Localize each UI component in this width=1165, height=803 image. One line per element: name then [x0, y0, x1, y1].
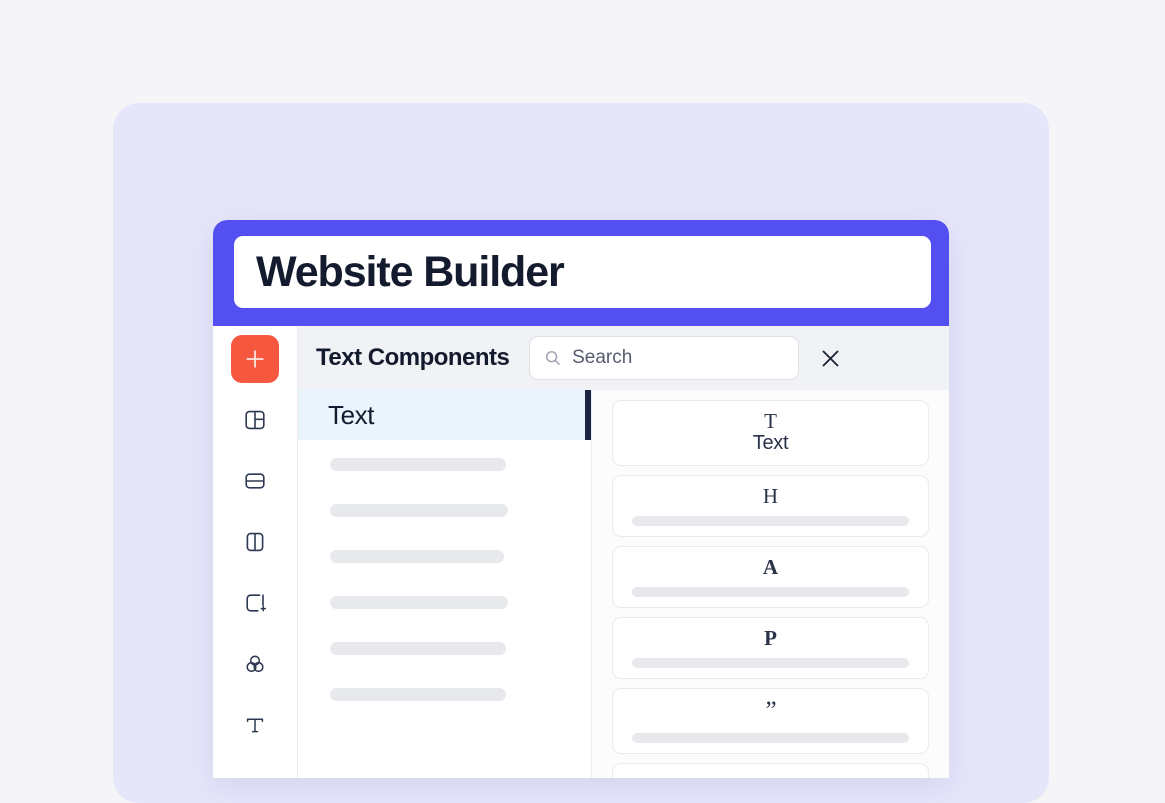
layout-grid-icon — [243, 408, 267, 432]
category-label: Text — [328, 400, 374, 431]
component-glyph: H — [625, 485, 916, 507]
component-placeholder-bar — [632, 516, 908, 526]
title-bar: Website Builder — [213, 220, 949, 326]
skeleton-bar — [330, 550, 504, 563]
layout-columns-icon — [243, 530, 267, 554]
component-glyph: P — [625, 627, 916, 649]
tool-rail — [213, 326, 298, 778]
close-icon — [818, 346, 843, 371]
text-tool-button[interactable] — [231, 701, 279, 749]
component-card[interactable]: ” — [612, 688, 929, 754]
component-glyph — [625, 773, 916, 778]
color-blend-icon — [243, 652, 267, 676]
component-card[interactable]: TText — [612, 400, 929, 466]
component-placeholder-bar — [632, 733, 908, 743]
plus-icon — [244, 348, 266, 370]
category-item-text[interactable]: Text — [298, 390, 591, 440]
component-card-list: TText H A P ” — [592, 390, 949, 778]
close-panel-button[interactable] — [813, 341, 847, 375]
search-input[interactable] — [572, 347, 784, 369]
category-list: Text — [298, 390, 592, 778]
page-title: Website Builder — [256, 251, 564, 294]
app-body: Text Components — [213, 326, 949, 778]
text-tool-icon — [243, 713, 267, 737]
color-blend-button[interactable] — [231, 640, 279, 688]
panel-columns: Text TTextHAP” — [298, 390, 949, 778]
layout-columns-button[interactable] — [231, 518, 279, 566]
search-icon — [544, 348, 562, 368]
component-placeholder-bar — [632, 587, 908, 597]
component-glyph: ” — [625, 698, 916, 724]
component-card[interactable]: H — [612, 475, 929, 537]
skeleton-bar — [330, 458, 506, 471]
component-placeholder-bar — [632, 658, 908, 668]
app-title-field[interactable]: Website Builder — [234, 236, 931, 308]
add-frame-icon — [243, 591, 267, 615]
skeleton-bar — [330, 688, 506, 701]
component-card[interactable]: A — [612, 546, 929, 608]
skeleton-bar — [330, 504, 508, 517]
component-label: Text — [625, 432, 916, 455]
skeleton-bar — [330, 642, 506, 655]
component-glyph: A — [625, 556, 916, 578]
add-frame-button[interactable] — [231, 579, 279, 627]
component-card[interactable] — [612, 763, 929, 778]
panel-title: Text Components — [316, 344, 509, 372]
panel-header: Text Components — [298, 326, 949, 390]
layout-rows-icon — [243, 469, 267, 493]
panel-area: Text Components — [298, 326, 949, 778]
layout-grid-button[interactable] — [231, 396, 279, 444]
category-skeleton-list — [298, 440, 591, 701]
selection-accent-bar — [585, 390, 591, 440]
component-glyph: T — [625, 410, 916, 432]
search-field[interactable] — [529, 336, 799, 380]
skeleton-bar — [330, 596, 508, 609]
add-button[interactable] — [231, 335, 279, 383]
app-window: Website Builder — [213, 220, 949, 778]
component-card[interactable]: P — [612, 617, 929, 679]
layout-rows-button[interactable] — [231, 457, 279, 505]
